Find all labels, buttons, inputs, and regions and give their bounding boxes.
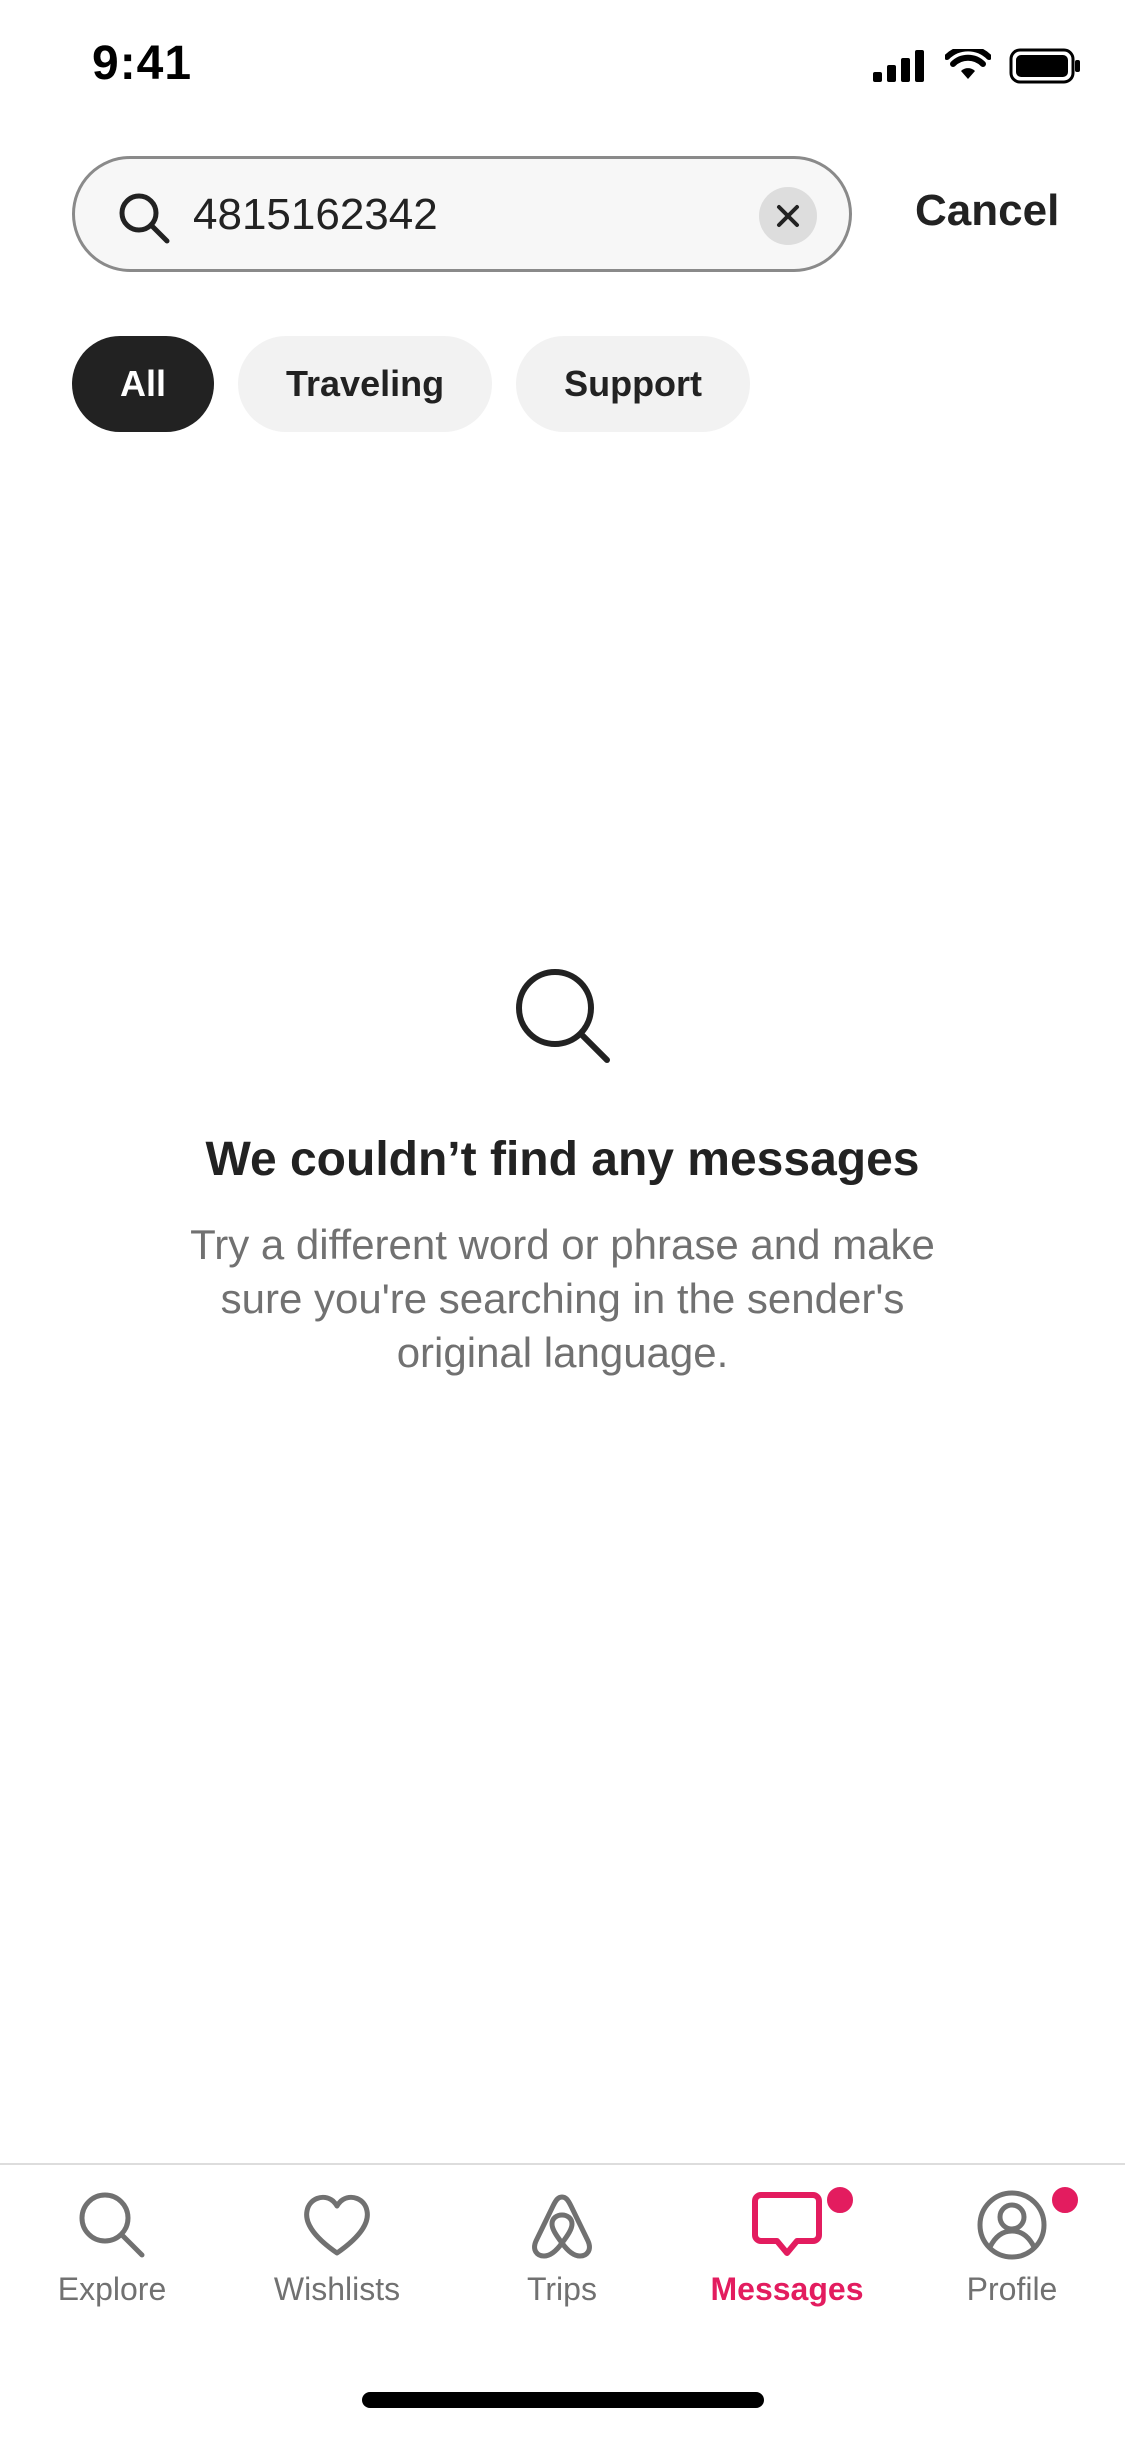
tab-explore[interactable]: Explore — [12, 2189, 212, 2308]
status-bar: 9:41 — [0, 0, 1125, 140]
empty-state-body: Try a different word or phrase and make … — [190, 1221, 935, 1376]
profile-icon — [977, 2190, 1047, 2260]
tab-messages-label: Messages — [710, 2271, 864, 2307]
airbnb-logo-icon — [532, 2194, 592, 2259]
status-icons — [873, 48, 1081, 84]
search-icon — [119, 193, 170, 244]
tab-wishlists[interactable]: Wishlists — [237, 2189, 437, 2308]
filter-chips: All Traveling Support — [72, 336, 751, 432]
home-indicator[interactable] — [362, 2392, 764, 2408]
message-icon — [752, 2192, 822, 2256]
heart-icon — [304, 2194, 370, 2256]
tab-profile-label: Profile — [966, 2271, 1058, 2307]
tab-trips-label: Trips — [527, 2271, 597, 2307]
close-icon — [777, 205, 799, 227]
filter-chip-support[interactable]: Support — [516, 336, 751, 432]
status-time: 9:41 — [92, 37, 193, 90]
empty-state-search-icon — [516, 969, 610, 1063]
search-input[interactable] — [193, 179, 713, 251]
tab-explore-label: Explore — [57, 2271, 167, 2307]
messages-notification-badge — [823, 2183, 857, 2217]
wifi-icon — [945, 49, 991, 79]
cellular-signal-icon — [873, 50, 924, 82]
filter-chip-traveling[interactable]: Traveling — [238, 336, 493, 432]
tab-profile[interactable]: Profile — [912, 2183, 1112, 2308]
tab-messages[interactable]: Messages — [687, 2183, 887, 2308]
tab-trips[interactable]: Trips — [462, 2189, 662, 2308]
filter-chip-all[interactable]: All — [72, 336, 215, 432]
search-icon — [79, 2192, 145, 2258]
empty-state-title: We couldn’t find any messages — [205, 1133, 920, 1186]
clear-search-button[interactable] — [759, 187, 817, 245]
battery-icon — [1009, 48, 1080, 84]
tab-wishlists-label: Wishlists — [273, 2271, 401, 2307]
cancel-button[interactable]: Cancel — [915, 186, 1059, 236]
profile-notification-badge — [1048, 2183, 1082, 2217]
search-bar[interactable] — [72, 156, 852, 272]
